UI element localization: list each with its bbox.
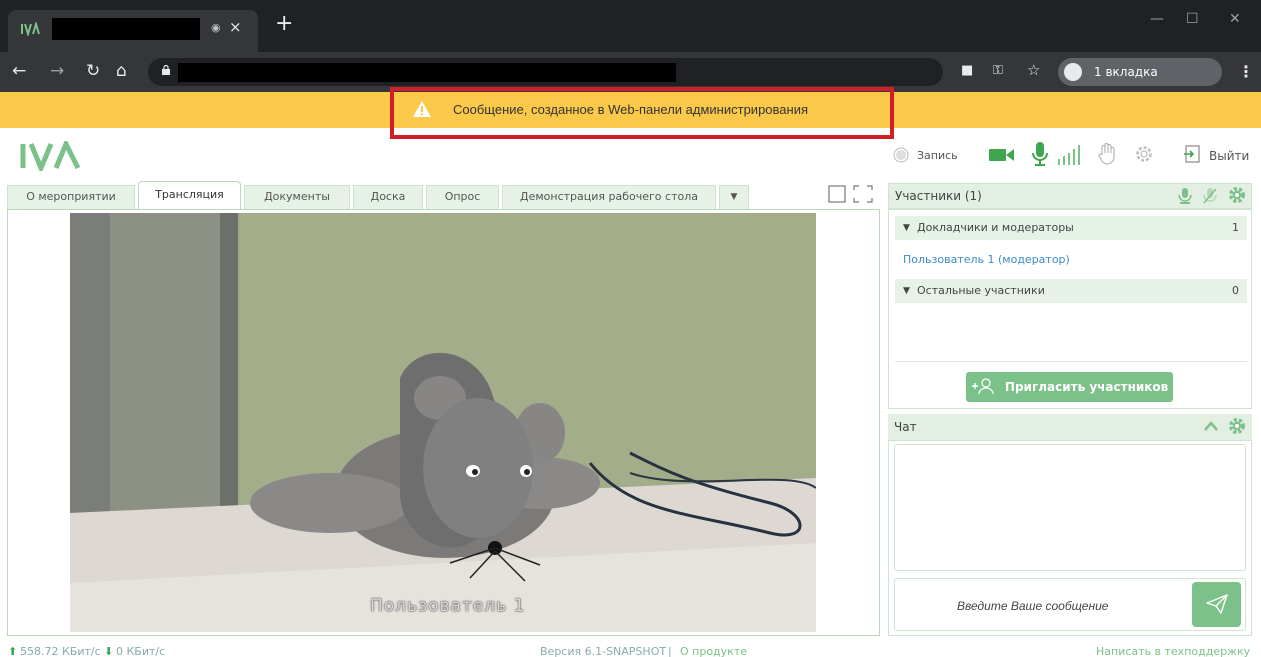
reload-icon[interactable]: ↻ bbox=[86, 61, 100, 81]
tabs-more-dropdown[interactable]: ▼ bbox=[719, 185, 749, 209]
tab-broadcast[interactable]: Трансляция bbox=[138, 181, 241, 210]
chevron-up-icon[interactable] bbox=[1203, 420, 1219, 432]
record-icon[interactable] bbox=[893, 147, 909, 163]
about-product-link[interactable]: О продукте bbox=[680, 645, 747, 657]
browser-toolbar: ← → ↻ ⌂ ■ ⚿ ☆ 1 вкладка инкогнито ⋮ bbox=[0, 52, 1261, 107]
video-participant-caption: Пользователь 1 bbox=[370, 596, 526, 616]
settings-icon[interactable] bbox=[1134, 144, 1154, 164]
logout-label[interactable]: Выйти bbox=[1209, 149, 1249, 163]
expand-triangle-icon: ▼ bbox=[903, 223, 910, 233]
forward-icon[interactable]: → bbox=[50, 61, 64, 81]
browser-tab[interactable]: ◉ × bbox=[8, 10, 258, 52]
incognito-badge[interactable]: 1 вкладка инкогнито bbox=[1058, 58, 1222, 107]
chat-header: Чат bbox=[888, 414, 1252, 440]
camera-indicator-icon[interactable]: ■ bbox=[961, 63, 973, 78]
iva-logo bbox=[20, 141, 81, 171]
group-label: Остальные участники bbox=[917, 284, 1045, 297]
tab-poll[interactable]: Опрос bbox=[426, 185, 499, 209]
minimize-icon[interactable]: — bbox=[1150, 11, 1164, 27]
expand-triangle-icon: ▼ bbox=[903, 286, 910, 296]
invite-label: Пригласить участников bbox=[1004, 380, 1169, 394]
chat-settings-icon[interactable] bbox=[1228, 417, 1246, 435]
record-label[interactable]: Запись bbox=[917, 149, 958, 162]
tab-desktop-sharing[interactable]: Демонстрация рабочего стола bbox=[502, 185, 716, 209]
divider bbox=[895, 361, 1247, 362]
participants-settings-icon[interactable] bbox=[1228, 186, 1246, 204]
close-window-icon[interactable]: ✕ bbox=[1229, 11, 1241, 27]
mic-off-icon[interactable] bbox=[1202, 187, 1218, 205]
tab-close-icon[interactable]: × bbox=[229, 18, 242, 36]
group-label: Докладчики и модераторы bbox=[917, 221, 1074, 234]
home-icon[interactable]: ⌂ bbox=[116, 61, 127, 81]
logout-icon[interactable] bbox=[1183, 145, 1201, 163]
incognito-icon bbox=[1064, 63, 1082, 81]
tab-board[interactable]: Доска bbox=[353, 185, 423, 209]
invite-participants-button[interactable]: Пригласить участников bbox=[966, 372, 1173, 402]
upload-rate: 558.72 КБит/с bbox=[20, 645, 101, 657]
tab-title-redacted bbox=[52, 18, 200, 40]
browser-tab-bar: ◉ × + — ☐ ✕ bbox=[0, 0, 1261, 52]
contact-support-link[interactable]: Написать в техподдержку bbox=[1096, 645, 1250, 657]
mute-all-mic-icon[interactable] bbox=[1177, 187, 1193, 205]
fullscreen-icon[interactable] bbox=[853, 185, 873, 203]
participants-header: Участники (1) bbox=[888, 183, 1252, 209]
send-icon bbox=[1206, 594, 1228, 614]
bookmark-star-icon[interactable]: ☆ bbox=[1027, 61, 1040, 79]
group-count: 1 bbox=[1232, 221, 1239, 234]
back-icon[interactable]: ← bbox=[12, 61, 26, 81]
key-icon[interactable]: ⚿ bbox=[993, 63, 1003, 78]
version-label: Версия 6.1-SNAPSHOT bbox=[540, 645, 667, 657]
group-count: 0 bbox=[1232, 284, 1239, 297]
chat-messages bbox=[894, 444, 1246, 571]
tab-about-event[interactable]: О мероприятии bbox=[7, 185, 135, 209]
banner-highlight-frame bbox=[390, 87, 894, 139]
footer-divider: | bbox=[668, 645, 672, 657]
chat-title: Чат bbox=[894, 420, 917, 434]
chat-placeholder: Введите Ваше сообщение bbox=[957, 599, 1109, 613]
recording-dot-icon: ◉ bbox=[211, 21, 221, 34]
upload-arrow-icon: ⬆ bbox=[8, 645, 18, 657]
group-other-participants[interactable]: ▼ Остальные участники 0 bbox=[895, 279, 1247, 303]
iva-favicon-icon bbox=[21, 22, 40, 36]
participant-item[interactable]: Пользователь 1 (модератор) bbox=[903, 253, 1070, 266]
microphone-icon[interactable] bbox=[1031, 141, 1049, 167]
group-speakers-moderators[interactable]: ▼ Докладчики и модераторы 1 bbox=[895, 216, 1247, 240]
video-feed[interactable] bbox=[70, 213, 816, 632]
add-user-icon bbox=[971, 378, 994, 395]
raise-hand-icon[interactable] bbox=[1097, 142, 1119, 166]
camera-icon[interactable] bbox=[988, 146, 1016, 164]
address-bar[interactable] bbox=[148, 58, 943, 86]
download-rate: 0 КБит/с bbox=[116, 645, 166, 657]
send-message-button[interactable] bbox=[1192, 582, 1241, 627]
browser-menu-icon[interactable]: ⋮ bbox=[1238, 62, 1254, 81]
signal-icon bbox=[1058, 145, 1080, 165]
download-arrow-icon: ⬇ bbox=[104, 645, 114, 657]
maximize-icon[interactable]: ☐ bbox=[1186, 11, 1199, 27]
new-tab-button[interactable]: + bbox=[275, 13, 293, 35]
participants-title: Участники (1) bbox=[895, 189, 982, 203]
tab-documents[interactable]: Документы bbox=[244, 185, 350, 209]
window-layout-icon[interactable] bbox=[828, 185, 846, 203]
event-tabs: О мероприятии Трансляция Документы Доска… bbox=[7, 181, 880, 210]
url-redacted bbox=[178, 63, 676, 82]
lock-icon bbox=[162, 65, 170, 75]
